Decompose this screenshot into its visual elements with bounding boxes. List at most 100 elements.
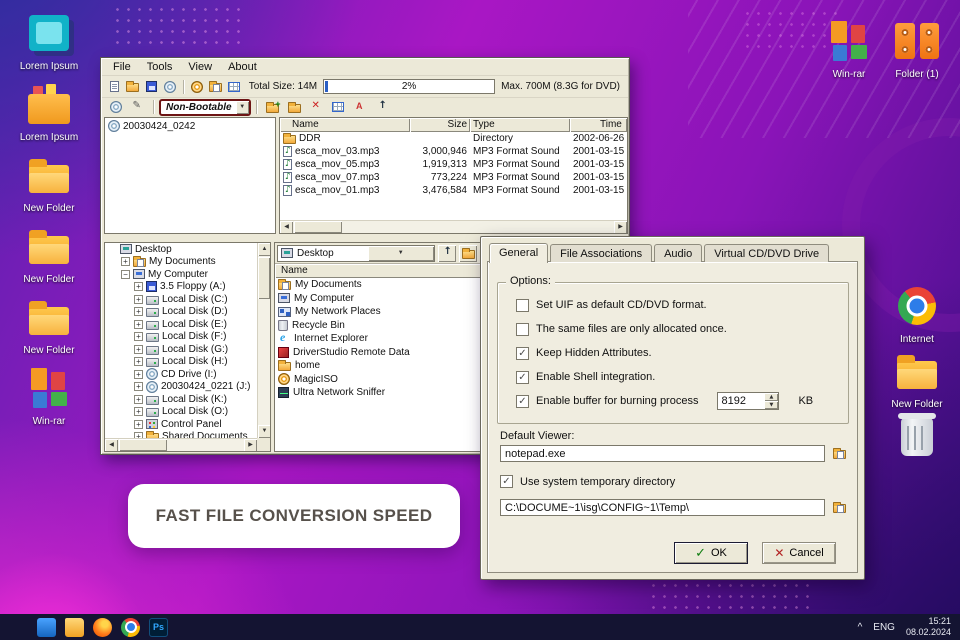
extract-button[interactable]: [208, 78, 225, 95]
up-level-button[interactable]: [372, 99, 392, 116]
temp-dir-input[interactable]: C:\DOCUME~1\isg\CONFIG~1\Temp\: [500, 499, 825, 516]
cancel-button[interactable]: ✕ Cancel: [762, 542, 836, 564]
tree-item-3-5-floppy-a[interactable]: + 3.5 Floppy (A:): [105, 281, 257, 294]
open-cd-button[interactable]: [162, 78, 179, 95]
checkbox[interactable]: ✓: [516, 370, 529, 384]
checkbox[interactable]: ✓: [500, 475, 513, 488]
tree-item-20030424-0221-j[interactable]: + 20030424_0221 (J:): [105, 380, 257, 394]
scroll-left-button[interactable]: ◀: [105, 439, 118, 451]
chevron-down-icon[interactable]: ▼: [367, 245, 434, 261]
tree-item-cd-drive-i[interactable]: + CD Drive (I:): [105, 368, 257, 381]
boot-type-combo[interactable]: Non-Bootable ▼: [159, 98, 251, 116]
taskbar-clock[interactable]: 15:21 08.02.2024: [906, 616, 951, 638]
expand-toggle[interactable]: +: [134, 369, 143, 379]
tab-audio[interactable]: Audio: [654, 244, 703, 262]
expand-toggle[interactable]: +: [134, 382, 143, 392]
expand-toggle[interactable]: +: [134, 357, 143, 367]
tree-item-local-disk-f[interactable]: + Local Disk (F:): [105, 331, 257, 344]
spin-up-button[interactable]: ▲: [764, 393, 779, 401]
desktop-icon-folder-1[interactable]: Folder (1): [884, 20, 950, 81]
file-row-esca-mov-05-mp3[interactable]: esca_mov_05.mp3 1,919,313MP3 Format Soun…: [280, 158, 627, 171]
column-header-time[interactable]: Time: [570, 118, 627, 132]
add-files-button[interactable]: [262, 99, 282, 116]
burn-button[interactable]: [189, 78, 206, 95]
location-combo[interactable]: Desktop ▼: [277, 244, 435, 262]
desktop-icon-win-rar[interactable]: Win-rar: [816, 20, 882, 81]
taskbar-icon-firefox[interactable]: [93, 617, 112, 637]
edit-button[interactable]: [128, 99, 148, 116]
taskbar-icon-windows-start[interactable]: [9, 618, 28, 637]
taskbar-icon-file-explorer[interactable]: [65, 617, 84, 637]
scroll-right-button[interactable]: ▶: [244, 439, 257, 451]
taskbar-icon-app-window[interactable]: [37, 617, 56, 637]
default-viewer-input[interactable]: notepad.exe: [500, 445, 825, 462]
checkbox[interactable]: [516, 298, 529, 312]
tree-item-local-disk-c[interactable]: + Local Disk (C:): [105, 293, 257, 306]
refresh-button[interactable]: [459, 245, 477, 262]
tree-item-local-disk-k[interactable]: + Local Disk (K:): [105, 393, 257, 406]
up-folder-button[interactable]: [438, 245, 456, 262]
tree-item-local-disk-g[interactable]: + Local Disk (G:): [105, 343, 257, 356]
desktop-icon-recycle-bin[interactable]: [884, 413, 950, 477]
file-row-esca-mov-07-mp3[interactable]: esca_mov_07.mp3 773,224MP3 Format Sound2…: [280, 171, 627, 184]
tab-general[interactable]: General: [489, 243, 549, 263]
browse-viewer-button[interactable]: [829, 445, 849, 462]
file-row-esca-mov-01-mp3[interactable]: esca_mov_01.mp3 3,476,584MP3 Format Soun…: [280, 184, 627, 197]
browse-temp-button[interactable]: [829, 499, 849, 516]
convert-button[interactable]: [226, 78, 243, 95]
tree-item-local-disk-h[interactable]: + Local Disk (H:): [105, 356, 257, 369]
scroll-up-button[interactable]: ▲: [258, 243, 270, 256]
tree-item-my-computer[interactable]: − My Computer: [105, 268, 257, 281]
scroll-down-button[interactable]: ▼: [258, 425, 270, 438]
tab-file-associations[interactable]: File Associations: [550, 244, 653, 262]
scroll-left-button[interactable]: ◀: [280, 221, 293, 233]
taskbar-icon-photoshop[interactable]: Ps: [149, 617, 168, 637]
expand-toggle[interactable]: +: [121, 257, 130, 267]
scroll-right-button[interactable]: ▶: [614, 221, 627, 233]
new-folder-button[interactable]: [284, 99, 304, 116]
chevron-down-icon[interactable]: ▼: [235, 100, 249, 114]
save-button[interactable]: [143, 78, 160, 95]
file-row-ddr[interactable]: DDR Directory 2002-06-26: [280, 132, 627, 145]
ok-button[interactable]: ✓ OK: [674, 542, 748, 564]
expand-toggle[interactable]: +: [134, 319, 143, 329]
menu-tools[interactable]: Tools: [139, 60, 181, 74]
taskbar-icon-chrome[interactable]: [121, 617, 140, 637]
expand-toggle[interactable]: +: [134, 407, 143, 417]
new-project-button[interactable]: [106, 78, 123, 95]
expand-toggle[interactable]: +: [134, 332, 143, 342]
desktop-icon-internet[interactable]: Internet: [884, 285, 950, 346]
checkbox[interactable]: [516, 322, 529, 336]
expand-toggle[interactable]: +: [134, 394, 143, 404]
file-row-esca-mov-03-mp3[interactable]: esca_mov_03.mp3 3,000,946MP3 Format Soun…: [280, 145, 627, 158]
expand-toggle[interactable]: +: [134, 282, 143, 292]
select-all-button[interactable]: [328, 99, 348, 116]
expand-toggle[interactable]: +: [134, 419, 143, 429]
rename-button[interactable]: [350, 99, 370, 116]
tree-item-local-disk-d[interactable]: + Local Disk (D:): [105, 306, 257, 319]
tree-item-control-panel[interactable]: + Control Panel: [105, 418, 257, 431]
desktop-icon-new-folder[interactable]: New Folder: [884, 350, 950, 411]
spin-down-button[interactable]: ▼: [764, 401, 779, 409]
horizontal-scrollbar[interactable]: ◀ ▶: [105, 438, 257, 451]
vertical-scrollbar[interactable]: ▲ ▼: [257, 243, 270, 438]
checkbox[interactable]: ✓: [516, 346, 529, 360]
menu-file[interactable]: File: [105, 60, 139, 74]
buffer-size-input[interactable]: 8192 ▲ ▼: [717, 392, 780, 410]
tree-item-local-disk-o[interactable]: + Local Disk (O:): [105, 406, 257, 419]
tree-item-local-disk-e[interactable]: + Local Disk (E:): [105, 318, 257, 331]
scrollbar-thumb[interactable]: [294, 221, 342, 233]
menu-view[interactable]: View: [180, 60, 220, 74]
column-header-type[interactable]: Type: [470, 118, 570, 132]
project-root-item[interactable]: 20030424_0242: [105, 118, 275, 134]
collapse-toggle[interactable]: −: [121, 269, 130, 279]
language-indicator[interactable]: ENG: [873, 622, 895, 633]
delete-button[interactable]: [306, 99, 326, 116]
scrollbar-thumb[interactable]: [119, 439, 167, 451]
expand-toggle[interactable]: +: [134, 307, 143, 317]
column-header-size[interactable]: Size: [410, 118, 470, 132]
write-cd-button[interactable]: [106, 99, 126, 116]
expand-toggle[interactable]: +: [134, 294, 143, 304]
tab-virtual-cd-dvd-drive[interactable]: Virtual CD/DVD Drive: [704, 244, 830, 262]
column-header-name[interactable]: Name: [280, 118, 410, 132]
